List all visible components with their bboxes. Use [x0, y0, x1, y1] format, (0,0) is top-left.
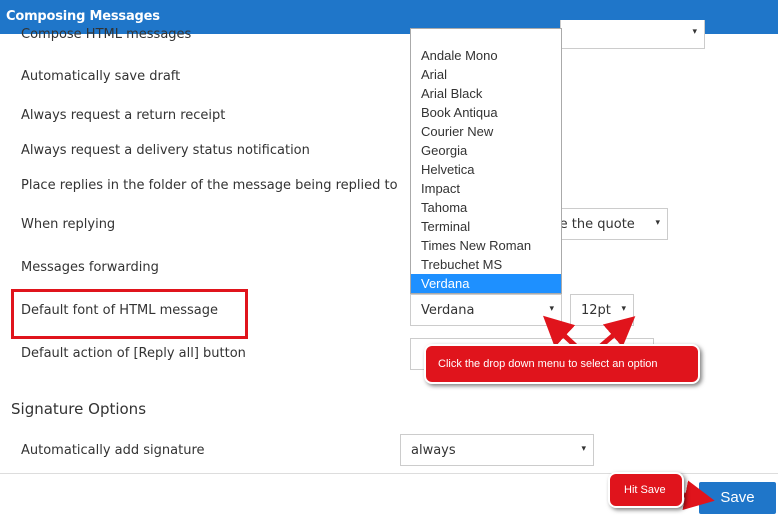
- auto-signature-value: always: [411, 443, 456, 458]
- font-option[interactable]: Helvetica: [411, 160, 561, 179]
- font-size-value: 12pt: [581, 303, 611, 318]
- signature-options-heading: Signature Options: [11, 400, 147, 418]
- font-option[interactable]: Trebuchet MS: [411, 255, 561, 274]
- save-hint-text: Hit Save: [624, 484, 666, 496]
- messages-forwarding-label: Messages forwarding: [21, 260, 159, 275]
- chevron-down-icon: ▾: [692, 27, 697, 37]
- font-option[interactable]: Arial: [411, 65, 561, 84]
- save-hint-callout: Hit Save: [608, 472, 684, 508]
- place-replies-label: Place replies in the folder of the messa…: [21, 178, 398, 193]
- font-option[interactable]: Arial Black: [411, 84, 561, 103]
- font-option[interactable]: Courier New: [411, 122, 561, 141]
- auto-signature-select[interactable]: always ▾: [400, 434, 594, 466]
- save-button[interactable]: Save: [699, 482, 776, 514]
- chevron-down-icon: ▾: [655, 218, 660, 228]
- reply-all-action-label: Default action of [Reply all] button: [21, 346, 246, 361]
- font-option[interactable]: Times New Roman: [411, 236, 561, 255]
- chevron-down-icon: ▾: [621, 304, 626, 314]
- dropdown-hint-callout: Click the drop down menu to select an op…: [424, 344, 700, 384]
- font-option[interactable]: Tahoma: [411, 198, 561, 217]
- font-option[interactable]: Book Antiqua: [411, 103, 561, 122]
- highlight-default-font-box: [11, 289, 248, 339]
- font-size-select[interactable]: 12pt ▾: [570, 294, 634, 326]
- font-option[interactable]: Terminal: [411, 217, 561, 236]
- font-option[interactable]: Andale Mono: [411, 46, 561, 65]
- font-select[interactable]: Verdana ▾: [410, 294, 562, 326]
- auto-signature-label: Automatically add signature: [21, 443, 205, 458]
- section-title: Composing Messages: [6, 9, 160, 24]
- delivery-status-label: Always request a delivery status notific…: [21, 143, 310, 158]
- dropdown-hint-text: Click the drop down menu to select an op…: [438, 358, 658, 370]
- compose-html-select[interactable]: ▾: [560, 20, 705, 49]
- auto-save-draft-label: Automatically save draft: [21, 69, 181, 84]
- arrow-to-save-button: [682, 480, 715, 510]
- chevron-down-icon: ▾: [581, 444, 586, 454]
- compose-html-label: Compose HTML messages: [21, 27, 192, 42]
- when-replying-label: When replying: [21, 217, 116, 232]
- font-dropdown-list[interactable]: Andale Mono Arial Arial Black Book Antiq…: [410, 28, 562, 294]
- font-select-value: Verdana: [421, 303, 475, 318]
- font-option-selected[interactable]: Verdana: [411, 274, 561, 293]
- chevron-down-icon: ▾: [549, 304, 554, 314]
- font-option[interactable]: Impact: [411, 179, 561, 198]
- font-option[interactable]: Georgia: [411, 141, 561, 160]
- return-receipt-label: Always request a return receipt: [21, 108, 226, 123]
